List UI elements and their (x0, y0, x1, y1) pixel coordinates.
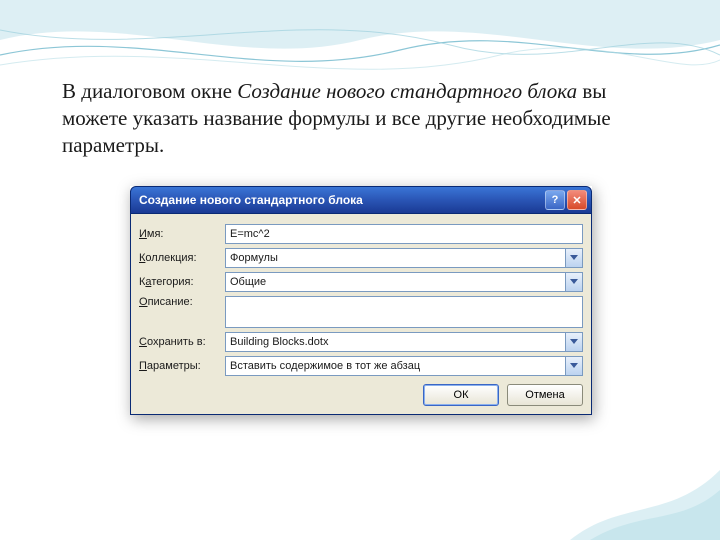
close-button[interactable]: ✕ (567, 190, 587, 210)
create-building-block-dialog: Создание нового стандартного блока ? ✕ И… (130, 186, 592, 415)
options-label: Параметры: (139, 360, 225, 372)
options-dropdown-button[interactable] (565, 356, 583, 376)
options-field[interactable] (225, 356, 565, 376)
ok-button[interactable]: ОК (423, 384, 499, 406)
description-label: Описание: (139, 296, 225, 308)
save-in-label: Сохранить в: (139, 336, 225, 348)
collection-label: Коллекция: (139, 252, 225, 264)
title-bar[interactable]: Создание нового стандартного блока ? ✕ (130, 186, 592, 214)
category-dropdown-button[interactable] (565, 272, 583, 292)
help-icon: ? (552, 194, 559, 206)
save-in-field[interactable] (225, 332, 565, 352)
category-combo[interactable] (225, 272, 583, 292)
chevron-down-icon (570, 279, 578, 285)
cancel-button[interactable]: Отмена (507, 384, 583, 406)
name-field[interactable] (225, 224, 583, 244)
description-field[interactable] (225, 296, 583, 328)
chevron-down-icon (570, 363, 578, 369)
collection-combo[interactable] (225, 248, 583, 268)
dialog-title: Создание нового стандартного блока (139, 193, 543, 207)
collection-dropdown-button[interactable] (565, 248, 583, 268)
options-combo[interactable] (225, 356, 583, 376)
close-icon: ✕ (572, 194, 581, 207)
category-label: Категория: (139, 276, 225, 288)
name-label: Имя: (139, 228, 225, 240)
help-button[interactable]: ? (545, 190, 565, 210)
save-in-combo[interactable] (225, 332, 583, 352)
chevron-down-icon (570, 255, 578, 261)
dialog-body: Имя: Коллекция: Категория: Описание: (130, 214, 592, 415)
collection-field[interactable] (225, 248, 565, 268)
save-in-dropdown-button[interactable] (565, 332, 583, 352)
chevron-down-icon (570, 339, 578, 345)
category-field[interactable] (225, 272, 565, 292)
intro-text: В диалоговом окне Создание нового станда… (62, 78, 662, 159)
